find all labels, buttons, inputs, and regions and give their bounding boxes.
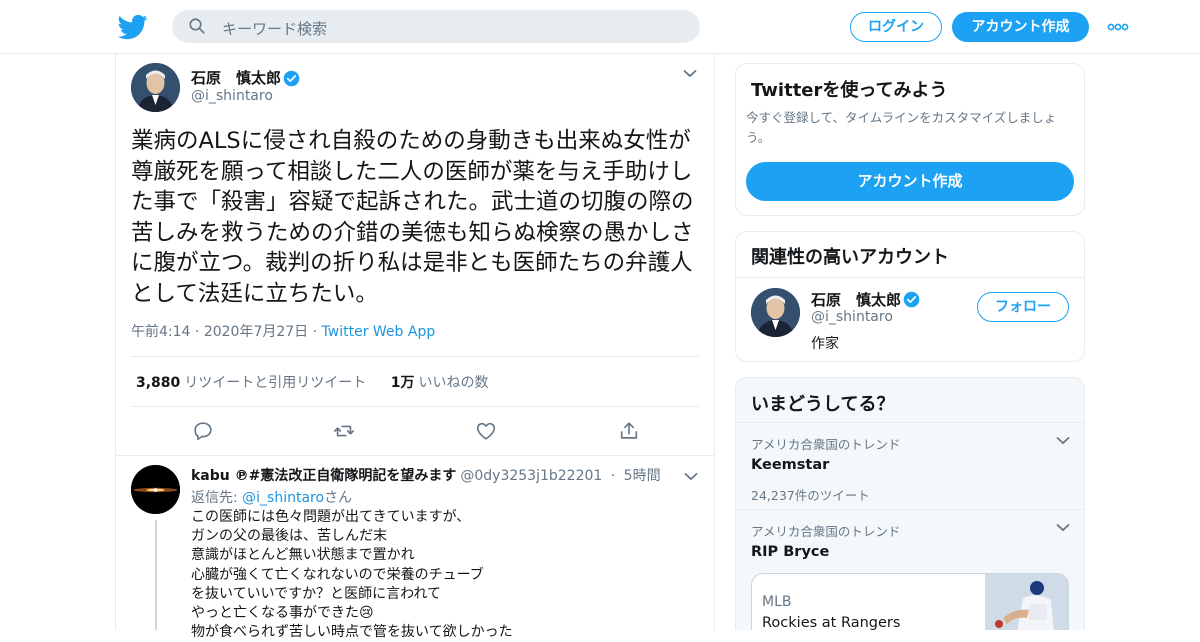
top-nav: キーワード検索 ログイン アカウント作成: [0, 0, 1200, 54]
reply-header: kabu ℗#憲法改正自衛隊明記を望みます @0dy3253j1b22201 · …: [191, 468, 661, 484]
reply-line: 心臓が強くて亡くなれないので栄養のチューブ: [191, 566, 484, 583]
divider: [116, 455, 714, 456]
trend-context: アメリカ合衆国のトレンド: [751, 437, 901, 452]
more-icon[interactable]: [1107, 23, 1129, 31]
trends-card: いまどうしてる？ アメリカ合衆国のトレンド Keemstar 24,237件のツ…: [735, 377, 1085, 630]
search-input[interactable]: キーワード検索: [172, 10, 700, 43]
reply-author-handle[interactable]: @0dy3253j1b22201: [460, 468, 602, 484]
trend-name[interactable]: RIP Bryce: [751, 544, 1071, 560]
tweet-time[interactable]: 午前4:14: [131, 324, 190, 340]
timeline: 石原 慎太郎 @i_shintaro 業病のALSに侵され自殺のための身動きも出…: [115, 54, 715, 640]
reply-avatar[interactable]: [131, 465, 180, 514]
related-account-name[interactable]: 石原 慎太郎: [811, 289, 901, 310]
login-button[interactable]: ログイン: [850, 12, 942, 42]
trend-name[interactable]: Keemstar: [751, 457, 1071, 473]
related-accounts-title: 関連性の高いアカウント: [751, 247, 949, 268]
thread-line: [155, 520, 157, 630]
news-thumbnail-image: [985, 574, 1068, 630]
trend-item[interactable]: アメリカ合衆国のトレンド Keemstar 24,237件のツイート: [751, 434, 1071, 504]
chevron-down-icon[interactable]: [683, 69, 697, 79]
reply-line: ガンの父の最後は、苦しんだ末: [191, 528, 387, 545]
trend-count: 24,237件のツイート: [751, 488, 870, 503]
reply-line: 物が食べられず苦しい時点で管を抜いて欲しかった: [191, 624, 513, 641]
reply-to-prefix: 返信先:: [191, 490, 243, 506]
reply-text: この医師には色々問題が出てきていますが、 ガンの父の最後は、苦しんだ末 意識がほ…: [191, 508, 513, 642]
news-category: MLB: [762, 594, 792, 610]
news-thumbnail: [985, 574, 1068, 630]
news-headline[interactable]: Rockies at Rangers: [762, 615, 900, 630]
twitter-logo-icon[interactable]: [118, 12, 148, 42]
signup-card: Twitterを使ってみよう 今すぐ登録して、タイムラインをカスタマイズしましょ…: [735, 63, 1085, 216]
search-icon: [189, 18, 205, 34]
avatar[interactable]: [131, 63, 180, 112]
tweet-stats: 3,880 リツイートと引用リツイート 1万 いいねの数: [136, 372, 489, 392]
reply-line: この医師には色々問題が出てきていますが、: [191, 509, 471, 525]
reply-line: やっと亡くなる事ができた😢: [191, 605, 374, 622]
retweet-icon[interactable]: [333, 420, 355, 442]
reply-icon[interactable]: [192, 420, 214, 442]
tweet-text: 業病のALSに侵され自殺のための身動きも出来ぬ女性が尊厳死を願って相談した二人の…: [131, 128, 694, 307]
signup-card-button[interactable]: アカウント作成: [746, 162, 1074, 201]
related-accounts-card: 関連性の高いアカウント 石原 慎太郎 @i_shintaro 作家 フォロー: [735, 231, 1085, 362]
author-handle[interactable]: @i_shintaro: [191, 88, 273, 104]
tweet-meta: 午前4:14 · 2020年7月27日 · Twitter Web App: [131, 324, 436, 340]
verified-badge-icon: [903, 291, 920, 308]
follow-button[interactable]: フォロー: [977, 292, 1069, 322]
related-account-bio: 作家: [811, 336, 839, 352]
reply-to-handle[interactable]: @i_shintaro: [242, 490, 324, 506]
reply-author-name[interactable]: kabu ℗#憲法改正自衛隊明記を望みます: [191, 468, 456, 484]
share-icon[interactable]: [618, 420, 640, 442]
related-account-handle[interactable]: @i_shintaro: [811, 309, 893, 325]
reply-time[interactable]: 5時間: [624, 468, 661, 484]
trends-title: いまどうしてる？: [751, 394, 895, 415]
signup-card-title: Twitterを使ってみよう: [751, 80, 948, 101]
tweet-date[interactable]: 2020年7月27日: [204, 324, 308, 340]
signup-card-subtitle: 今すぐ登録して、タイムラインをカスタマイズしましょう。: [746, 110, 1057, 145]
retweet-count[interactable]: 3,880: [136, 375, 180, 391]
avatar-photo: [131, 63, 180, 112]
reply-to-suffix: さん: [324, 490, 353, 506]
like-label[interactable]: いいねの数: [419, 375, 489, 391]
trend-item[interactable]: アメリカ合衆国のトレンド RIP Bryce: [751, 521, 1071, 560]
divider: [736, 422, 1084, 423]
avatar[interactable]: [751, 288, 800, 337]
signup-button[interactable]: アカウント作成: [952, 12, 1089, 42]
divider: [131, 406, 700, 407]
trend-context: アメリカ合衆国のトレンド: [751, 524, 901, 539]
chevron-down-icon[interactable]: [1056, 523, 1070, 533]
divider: [736, 277, 1084, 278]
reply-line: 意識がほとんど無い状態まで置かれ: [191, 547, 415, 564]
chevron-down-icon[interactable]: [684, 472, 698, 482]
reply-avatar-image: [131, 465, 180, 514]
divider: [131, 356, 700, 357]
avatar-photo: [751, 288, 800, 337]
retweet-label[interactable]: リツイートと引用リツイート: [184, 375, 366, 391]
reply-to: 返信先: @i_shintaroさん: [191, 487, 352, 507]
tweet-source-link[interactable]: Twitter Web App: [322, 324, 436, 340]
author-name[interactable]: 石原 慎太郎: [191, 67, 281, 88]
divider: [736, 509, 1084, 510]
chevron-down-icon[interactable]: [1056, 436, 1070, 446]
trend-news-card[interactable]: MLB Rockies at Rangers: [751, 573, 1069, 630]
like-count[interactable]: 1万: [391, 375, 415, 391]
search-placeholder: キーワード検索: [222, 20, 328, 38]
like-heart-icon[interactable]: [475, 420, 497, 442]
reply-line: を抜いていいですか？と医師に言われて: [191, 585, 442, 602]
verified-badge-icon: [283, 70, 300, 87]
